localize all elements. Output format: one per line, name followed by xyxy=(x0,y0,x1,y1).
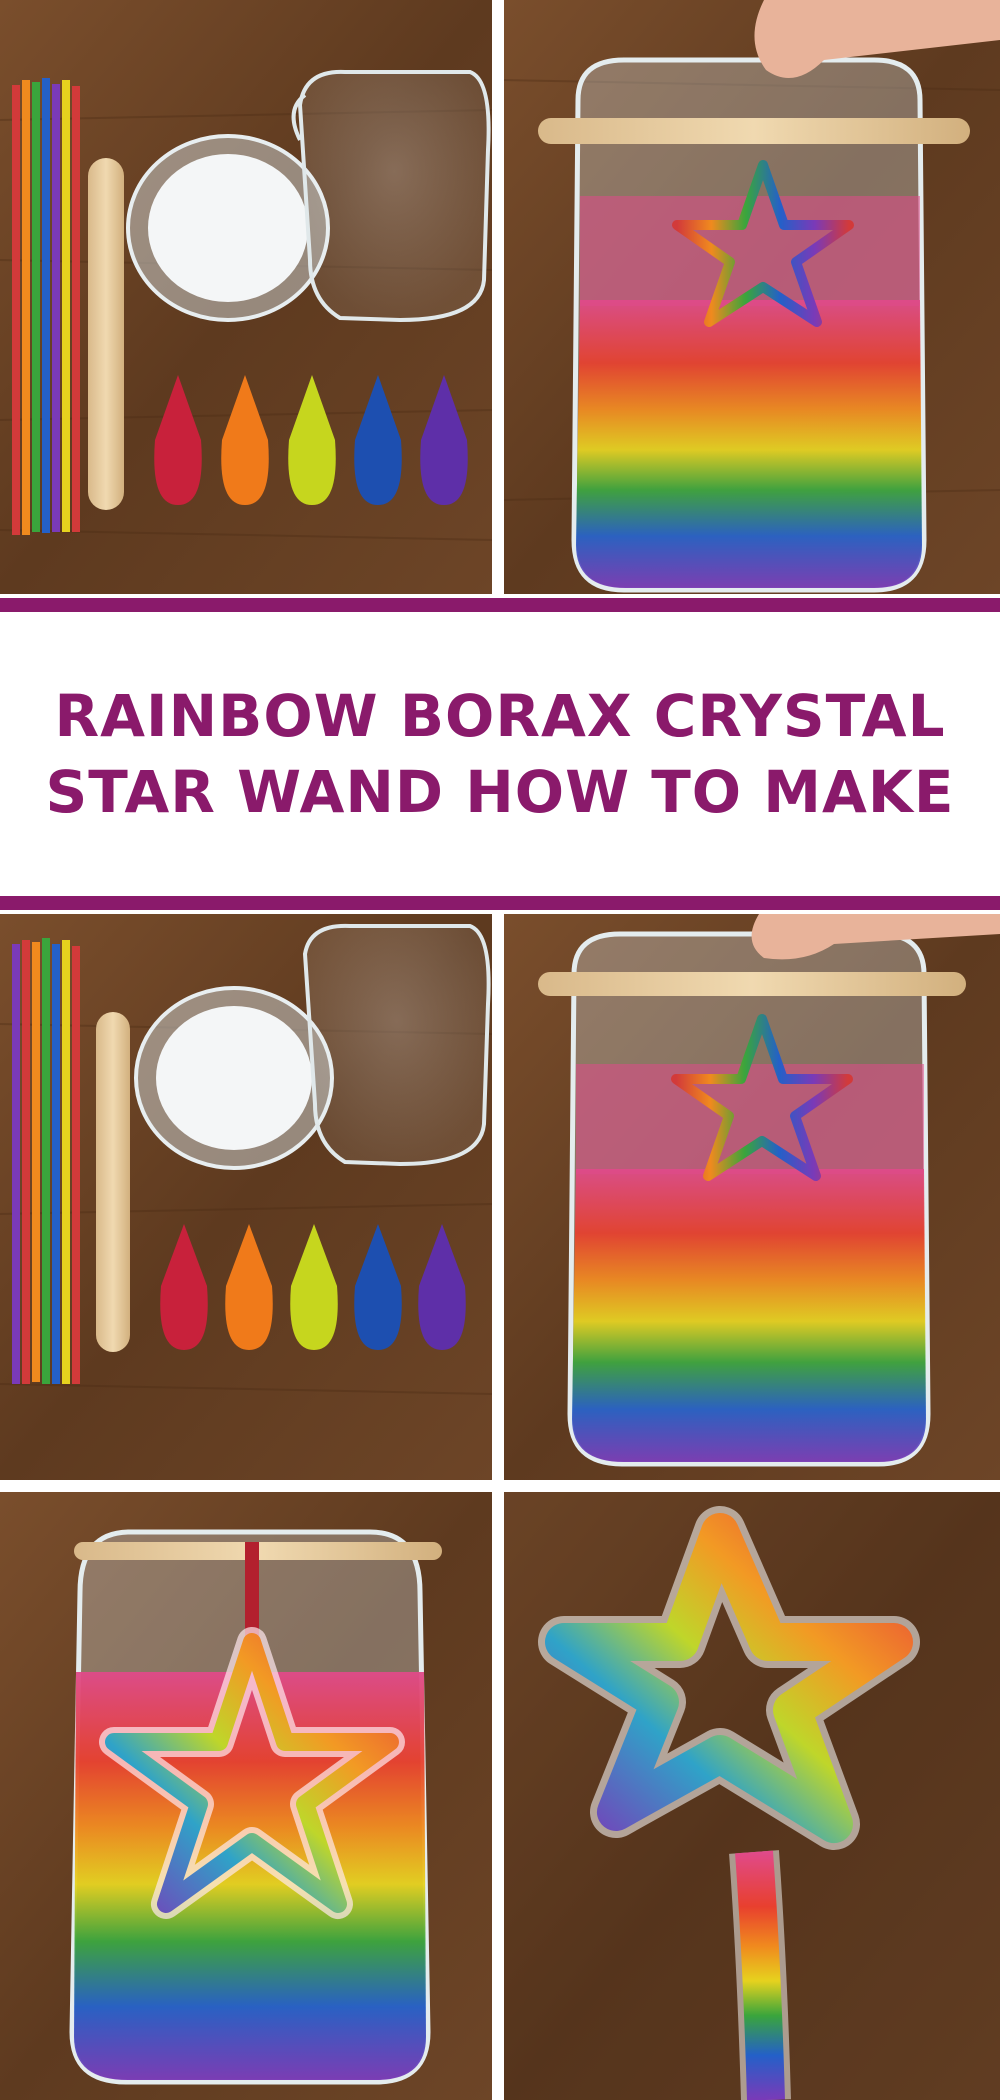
supplies-photo-2 xyxy=(0,914,492,1480)
title-band-bottom xyxy=(0,896,1000,910)
title-band-top xyxy=(0,598,1000,612)
page-title-line-2: STAR WAND HOW TO MAKE xyxy=(45,758,955,826)
supplies-photo xyxy=(0,0,492,594)
star-in-jar-photo-2 xyxy=(504,914,1000,1480)
title-panel: RAINBOW BORAX CRYSTAL STAR WAND HOW TO M… xyxy=(0,612,1000,896)
page-title-line-1: RAINBOW BORAX CRYSTAL xyxy=(54,682,946,750)
crystal-star-in-jar-photo xyxy=(0,1492,492,2100)
finished-wand-photo xyxy=(504,1492,1000,2100)
star-in-jar-photo xyxy=(504,0,1000,594)
